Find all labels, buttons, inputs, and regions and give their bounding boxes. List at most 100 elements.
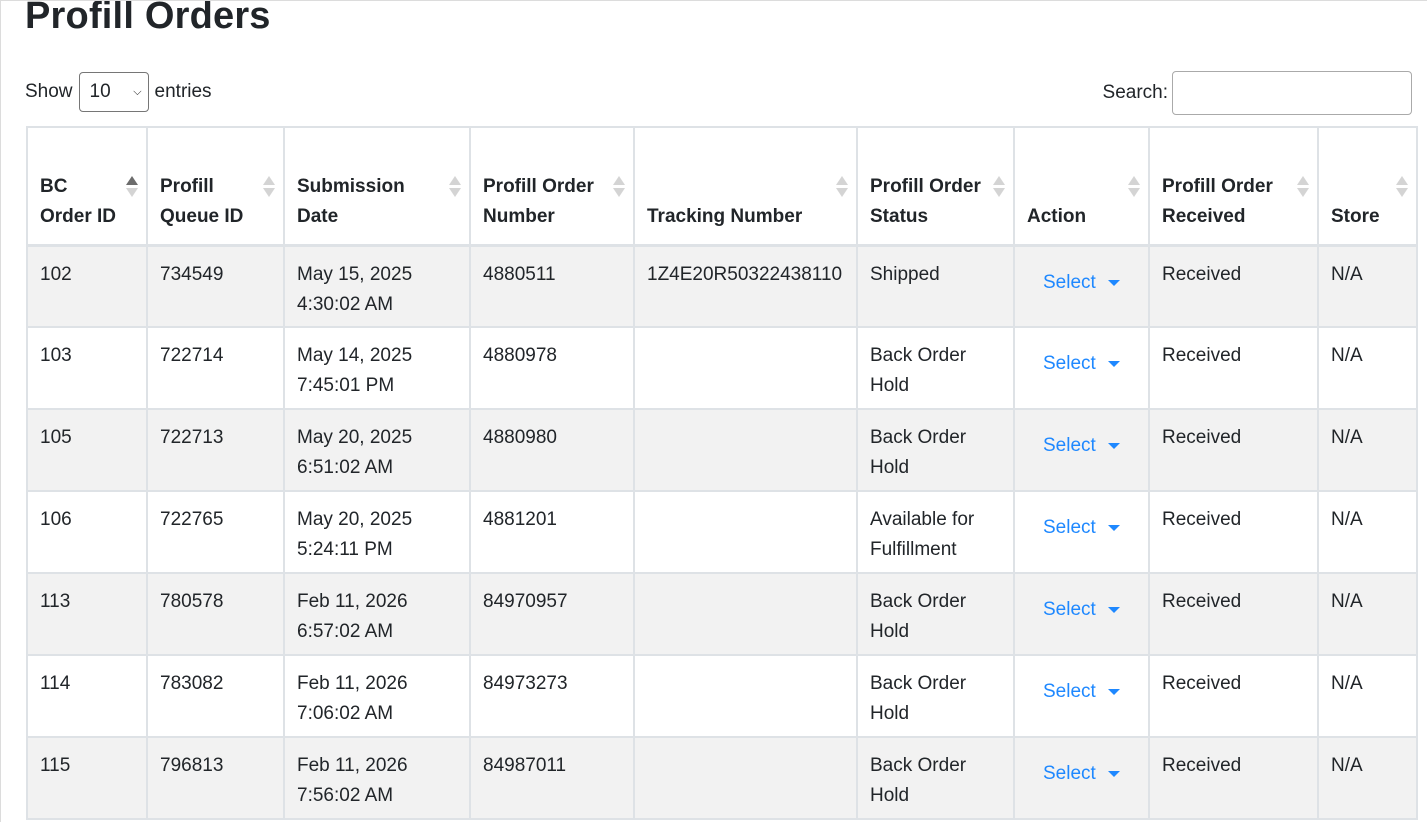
cell-store: N/A — [1317, 244, 1418, 328]
select-action-dropdown[interactable]: Select — [1043, 431, 1120, 461]
cell-tracking-number — [633, 654, 858, 738]
cell-store: N/A — [1317, 326, 1418, 410]
show-label: Show — [25, 81, 73, 102]
caret-down-icon — [1107, 525, 1120, 531]
cell-action: Select — [1013, 490, 1150, 574]
cell-queue-id: 722713 — [146, 408, 285, 492]
caret-down-icon — [1107, 279, 1120, 286]
cell-order-status: Back Order Hold — [856, 654, 1015, 738]
table-row: 103 722714 May 14, 2025 7:45:01 PM 488097… — [26, 326, 1418, 410]
date-text: May 20, 2025 — [297, 427, 413, 448]
cell-tracking-number — [633, 572, 858, 656]
cell-order-number: 4880511 — [469, 244, 635, 328]
select-action-dropdown[interactable]: Select — [1043, 349, 1120, 379]
select-label: Select — [1043, 763, 1096, 784]
select-action-dropdown[interactable]: Select — [1043, 595, 1120, 625]
cell-tracking-number: 1Z4E20R50322438110 — [633, 244, 858, 328]
column-header-profill-order-received[interactable]: Profill Order Received — [1148, 126, 1319, 246]
date-text: Feb 11, 2026 — [297, 673, 408, 694]
cell-bc-order-id: 113 — [26, 572, 148, 656]
column-header-profill-order-status[interactable]: Profill Order Status — [856, 126, 1015, 246]
sort-arrows-icon — [836, 176, 848, 198]
table-row: 106 722765 May 20, 2025 5:24:11 PM 488120… — [26, 490, 1418, 574]
page-title: Profill Orders — [25, 0, 271, 37]
cell-action: Select — [1013, 244, 1150, 328]
column-header-profill-order-number[interactable]: Profill Order Number — [469, 126, 635, 246]
time-text: 7:56:02 AM — [297, 785, 394, 806]
cell-store: N/A — [1317, 736, 1418, 820]
column-header-action[interactable]: Action — [1013, 126, 1150, 246]
time-text: 7:06:02 AM — [297, 703, 394, 724]
cell-queue-id: 734549 — [146, 244, 285, 328]
table-row: 115 796813 Feb 11, 2026 7:56:02 AM 849870… — [26, 736, 1418, 820]
date-text: Feb 11, 2026 — [297, 591, 408, 612]
cell-queue-id: 722714 — [146, 326, 285, 410]
cell-order-status: Back Order Hold — [856, 736, 1015, 820]
cell-queue-id: 780578 — [146, 572, 285, 656]
caret-down-icon — [1107, 771, 1120, 777]
search-input[interactable] — [1172, 71, 1412, 115]
cell-order-number: 4880980 — [469, 408, 635, 492]
cell-order-received: Received — [1148, 326, 1319, 410]
select-label: Select — [1043, 435, 1096, 456]
caret-down-icon — [1107, 443, 1120, 449]
select-label: Select — [1043, 353, 1096, 374]
cell-action: Select — [1013, 654, 1150, 738]
date-text: May 14, 2025 — [297, 345, 413, 366]
sort-arrows-icon — [1297, 176, 1309, 198]
orders-table: BC Order ID Profill Queue ID Submission … — [26, 126, 1418, 820]
cell-bc-order-id: 114 — [26, 654, 148, 738]
table-row: 102 734549 May 15, 2025 4:30:02 AM 488051… — [26, 244, 1418, 328]
cell-store: N/A — [1317, 490, 1418, 574]
select-action-dropdown[interactable]: Select — [1043, 759, 1120, 789]
column-header-tracking-number[interactable]: Tracking Number — [633, 126, 858, 246]
table-row: 113 780578 Feb 11, 2026 6:57:02 AM 849709… — [26, 572, 1418, 656]
sort-arrows-icon — [449, 176, 461, 198]
cell-order-status: Back Order Hold — [856, 572, 1015, 656]
sort-arrows-icon — [1396, 176, 1408, 198]
entries-per-page-select[interactable]: 10 ⌵ — [78, 72, 149, 112]
select-action-dropdown[interactable]: Select — [1043, 268, 1120, 298]
cell-tracking-number — [633, 736, 858, 820]
caret-down-icon — [1107, 689, 1120, 695]
entries-per-page-value: 10 — [89, 81, 111, 102]
cell-bc-order-id: 105 — [26, 408, 148, 492]
column-header-submission-date[interactable]: Submission Date — [283, 126, 471, 246]
time-text: 4:30:02 AM — [297, 293, 394, 315]
column-header-profill-queue-id[interactable]: Profill Queue ID — [146, 126, 285, 246]
sort-arrows-icon — [263, 176, 275, 198]
cell-action: Select — [1013, 408, 1150, 492]
caret-down-icon — [1107, 607, 1120, 613]
column-header-bc-order-id[interactable]: BC Order ID — [26, 126, 148, 246]
cell-order-status: Back Order Hold — [856, 408, 1015, 492]
sort-arrows-icon — [126, 176, 138, 198]
cell-submission-date: Feb 11, 2026 6:57:02 AM — [283, 572, 471, 656]
cell-submission-date: Feb 11, 2026 7:06:02 AM — [283, 654, 471, 738]
entries-label: entries — [154, 81, 212, 102]
select-action-dropdown[interactable]: Select — [1043, 677, 1120, 707]
page: Profill Orders Show 10 ⌵ entries Search:… — [0, 0, 1427, 822]
cell-store: N/A — [1317, 654, 1418, 738]
cell-submission-date: Feb 11, 2026 7:56:02 AM — [283, 736, 471, 820]
table-row: 105 722713 May 20, 2025 6:51:02 AM 488098… — [26, 408, 1418, 492]
cell-queue-id: 722765 — [146, 490, 285, 574]
cell-order-received: Received — [1148, 408, 1319, 492]
cell-tracking-number — [633, 490, 858, 574]
select-action-dropdown[interactable]: Select — [1043, 513, 1120, 543]
cell-bc-order-id: 106 — [26, 490, 148, 574]
cell-tracking-number — [633, 326, 858, 410]
cell-order-number: 4881201 — [469, 490, 635, 574]
sort-arrows-icon — [1128, 176, 1140, 198]
cell-order-status: Back Order Hold — [856, 326, 1015, 410]
cell-action: Select — [1013, 326, 1150, 410]
chevron-down-icon: ⌵ — [133, 85, 142, 98]
column-header-store[interactable]: Store — [1317, 126, 1418, 246]
cell-bc-order-id: 115 — [26, 736, 148, 820]
cell-submission-date: May 20, 2025 5:24:11 PM — [283, 490, 471, 574]
cell-order-number: 84987011 — [469, 736, 635, 820]
time-text: 5:24:11 PM — [297, 539, 393, 560]
cell-queue-id: 783082 — [146, 654, 285, 738]
cell-order-number: 84970957 — [469, 572, 635, 656]
cell-order-number: 84973273 — [469, 654, 635, 738]
cell-submission-date: May 20, 2025 6:51:02 AM — [283, 408, 471, 492]
